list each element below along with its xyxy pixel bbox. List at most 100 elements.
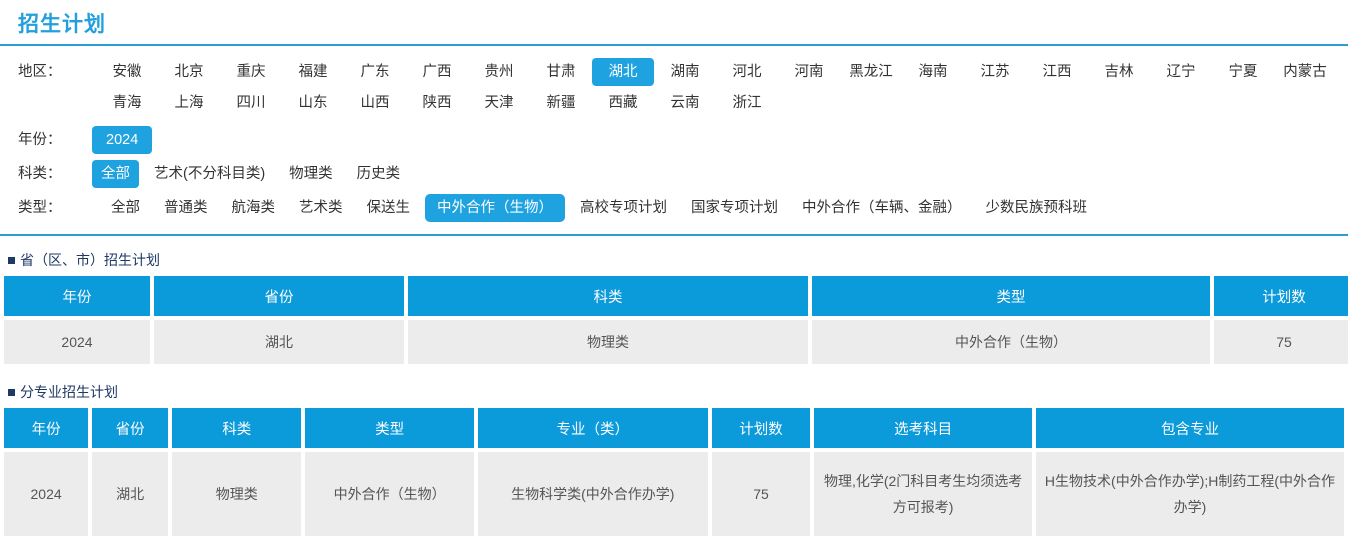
type-chip-1[interactable]: 普通类 xyxy=(155,194,217,222)
cell-0: 2024 xyxy=(4,452,88,536)
region-chip-12[interactable]: 黑龙江 xyxy=(840,58,902,86)
year-chip-list: 2024 xyxy=(92,126,152,154)
region-chip-25[interactable]: 陕西 xyxy=(406,89,468,117)
filter-row-type: 类型： 全部普通类航海类艺术类保送生中外合作（生物）高校专项计划国家专项计划中外… xyxy=(0,194,1348,222)
column-header-7: 包含专业 xyxy=(1036,408,1344,448)
type-chip-list: 全部普通类航海类艺术类保送生中外合作（生物）高校专项计划国家专项计划中外合作（车… xyxy=(102,194,1102,222)
region-chip-26[interactable]: 天津 xyxy=(468,89,530,117)
type-chip-6[interactable]: 高校专项计划 xyxy=(571,194,676,222)
type-chip-9[interactable]: 少数民族预科班 xyxy=(977,194,1097,222)
column-header-6: 选考科目 xyxy=(814,408,1032,448)
section-head-major-plan: 分专业招生计划 xyxy=(0,382,1348,402)
major-plan-table: 年份省份科类类型专业（类）计划数选考科目包含专业 2024湖北物理类中外合作（生… xyxy=(0,404,1348,540)
filter-label-year: 年份： xyxy=(0,126,84,154)
cell-7: H生物技术(中外合作办学);H制药工程(中外合作办学) xyxy=(1036,452,1344,536)
type-chip-2[interactable]: 航海类 xyxy=(223,194,285,222)
region-chip-24[interactable]: 山西 xyxy=(344,89,406,117)
section-province-plan: 省（区、市）招生计划 年份省份科类类型计划数 2024湖北物理类中外合作（生物）… xyxy=(0,250,1348,368)
region-chip-list: 安徽北京重庆福建广东广西贵州甘肃湖北湖南河北河南黑龙江海南江苏江西吉林辽宁宁夏内… xyxy=(96,58,1346,120)
region-chip-0[interactable]: 安徽 xyxy=(96,58,158,86)
region-chip-8[interactable]: 湖北 xyxy=(592,58,654,86)
cell-3: 中外合作（生物） xyxy=(812,320,1210,364)
table-row: 2024湖北物理类中外合作（生物）75 xyxy=(4,320,1348,364)
filter-label-category: 科类： xyxy=(0,160,84,188)
region-chip-2[interactable]: 重庆 xyxy=(220,58,282,86)
region-chip-18[interactable]: 宁夏 xyxy=(1212,58,1274,86)
section-title-province-plan: 省（区、市）招生计划 xyxy=(20,250,160,270)
column-header-0: 年份 xyxy=(4,408,88,448)
column-header-4: 计划数 xyxy=(1214,276,1348,316)
square-bullet-icon xyxy=(8,257,15,264)
column-header-3: 类型 xyxy=(812,276,1210,316)
region-chip-13[interactable]: 海南 xyxy=(902,58,964,86)
region-chip-5[interactable]: 广西 xyxy=(406,58,468,86)
cell-0: 2024 xyxy=(4,320,150,364)
type-chip-7[interactable]: 国家专项计划 xyxy=(682,194,787,222)
admissions-plan-page: 招生计划 地区： 安徽北京重庆福建广东广西贵州甘肃湖北湖南河北河南黑龙江海南江苏… xyxy=(0,0,1348,540)
column-header-2: 科类 xyxy=(408,276,808,316)
filter-row-region: 地区： 安徽北京重庆福建广东广西贵州甘肃湖北湖南河北河南黑龙江海南江苏江西吉林辽… xyxy=(0,58,1348,120)
region-chip-1[interactable]: 北京 xyxy=(158,58,220,86)
region-chip-3[interactable]: 福建 xyxy=(282,58,344,86)
cell-2: 物理类 xyxy=(172,452,301,536)
region-chip-11[interactable]: 河南 xyxy=(778,58,840,86)
type-chip-4[interactable]: 保送生 xyxy=(358,194,420,222)
year-chip-0[interactable]: 2024 xyxy=(92,126,152,154)
cell-4: 生物科学类(中外合作办学) xyxy=(478,452,708,536)
region-chip-4[interactable]: 广东 xyxy=(344,58,406,86)
region-chip-22[interactable]: 四川 xyxy=(220,89,282,117)
filter-label-type: 类型： xyxy=(0,194,84,222)
category-chip-0[interactable]: 全部 xyxy=(92,160,139,188)
column-header-1: 省份 xyxy=(154,276,404,316)
region-chip-21[interactable]: 上海 xyxy=(158,89,220,117)
province-plan-table: 年份省份科类类型计划数 2024湖北物理类中外合作（生物）75 xyxy=(0,272,1348,368)
region-chip-14[interactable]: 江苏 xyxy=(964,58,1026,86)
column-header-1: 省份 xyxy=(92,408,168,448)
type-chip-3[interactable]: 艺术类 xyxy=(290,194,352,222)
region-chip-10[interactable]: 河北 xyxy=(716,58,778,86)
column-header-0: 年份 xyxy=(4,276,150,316)
region-chip-19[interactable]: 内蒙古 xyxy=(1274,58,1336,86)
filter-panel: 地区： 安徽北京重庆福建广东广西贵州甘肃湖北湖南河北河南黑龙江海南江苏江西吉林辽… xyxy=(0,46,1348,236)
table-header-row: 年份省份科类类型计划数 xyxy=(4,276,1348,316)
region-chip-23[interactable]: 山东 xyxy=(282,89,344,117)
column-header-2: 科类 xyxy=(172,408,301,448)
table-header-row: 年份省份科类类型专业（类）计划数选考科目包含专业 xyxy=(4,408,1344,448)
cell-6: 物理,化学(2门科目考生均须选考方可报考) xyxy=(814,452,1032,536)
square-bullet-icon xyxy=(8,389,15,396)
cell-3: 中外合作（生物） xyxy=(305,452,473,536)
region-chip-20[interactable]: 青海 xyxy=(96,89,158,117)
section-title-major-plan: 分专业招生计划 xyxy=(20,382,118,402)
cell-4: 75 xyxy=(1214,320,1348,364)
cell-1: 湖北 xyxy=(92,452,168,536)
region-chip-17[interactable]: 辽宁 xyxy=(1150,58,1212,86)
region-chip-15[interactable]: 江西 xyxy=(1026,58,1088,86)
region-chip-27[interactable]: 新疆 xyxy=(530,89,592,117)
category-chip-2[interactable]: 物理类 xyxy=(280,160,342,188)
section-head-province-plan: 省（区、市）招生计划 xyxy=(0,250,1348,270)
filter-label-region: 地区： xyxy=(0,58,84,86)
table-row: 2024湖北物理类中外合作（生物）生物科学类(中外合作办学)75物理,化学(2门… xyxy=(4,452,1344,536)
category-chip-3[interactable]: 历史类 xyxy=(348,160,410,188)
category-chip-1[interactable]: 艺术(不分科目类) xyxy=(145,160,274,188)
region-chip-6[interactable]: 贵州 xyxy=(468,58,530,86)
region-chip-9[interactable]: 湖南 xyxy=(654,58,716,86)
region-chip-16[interactable]: 吉林 xyxy=(1088,58,1150,86)
region-chip-7[interactable]: 甘肃 xyxy=(530,58,592,86)
filter-row-category: 科类： 全部艺术(不分科目类)物理类历史类 xyxy=(0,160,1348,188)
page-title: 招生计划 xyxy=(18,10,1348,40)
column-header-4: 专业（类） xyxy=(478,408,708,448)
region-chip-29[interactable]: 云南 xyxy=(654,89,716,117)
page-header: 招生计划 xyxy=(0,0,1348,40)
region-chip-30[interactable]: 浙江 xyxy=(716,89,778,117)
type-chip-8[interactable]: 中外合作（车辆、金融） xyxy=(793,194,971,222)
cell-2: 物理类 xyxy=(408,320,808,364)
region-chip-28[interactable]: 西藏 xyxy=(592,89,654,117)
type-chip-5[interactable]: 中外合作（生物） xyxy=(425,194,565,222)
type-chip-0[interactable]: 全部 xyxy=(102,194,149,222)
cell-5: 75 xyxy=(712,452,811,536)
column-header-5: 计划数 xyxy=(712,408,811,448)
cell-1: 湖北 xyxy=(154,320,404,364)
filter-row-year: 年份： 2024 xyxy=(0,126,1348,154)
column-header-3: 类型 xyxy=(305,408,473,448)
